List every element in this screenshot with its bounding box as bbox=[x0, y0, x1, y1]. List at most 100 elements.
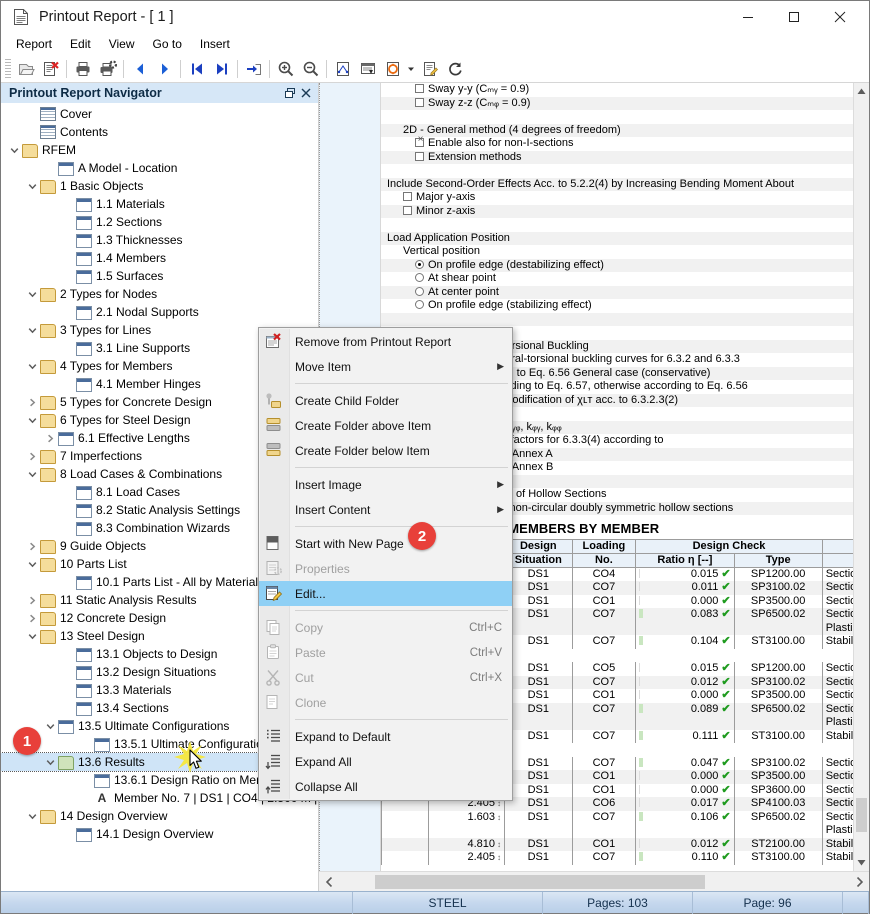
menu-goto[interactable]: Go to bbox=[144, 35, 191, 53]
table-row[interactable]: 1.603↕DS1CO70.106✔SP6500.02Section Proof… bbox=[382, 811, 854, 825]
tree-item[interactable]: 1.3 Thicknesses bbox=[1, 231, 318, 249]
context-menu-item[interactable]: Create Folder below Item bbox=[259, 438, 512, 463]
tree-expander-icon[interactable] bbox=[61, 249, 76, 267]
tree-expander-icon[interactable] bbox=[25, 321, 40, 339]
tree-expander-icon[interactable] bbox=[25, 447, 40, 465]
tree-expander-icon[interactable] bbox=[79, 771, 94, 789]
tree-expander-icon[interactable] bbox=[25, 807, 40, 825]
tree-expander-icon[interactable] bbox=[61, 483, 76, 501]
edit-report-icon[interactable] bbox=[417, 57, 442, 81]
tree-expander-icon[interactable] bbox=[61, 825, 76, 843]
tree-item[interactable]: A Model - Location bbox=[1, 159, 318, 177]
tree-expander-icon[interactable] bbox=[43, 159, 58, 177]
tree-item[interactable]: 1.1 Materials bbox=[1, 195, 318, 213]
next-page-icon[interactable] bbox=[152, 57, 177, 81]
tree-item[interactable]: 14 Design Overview bbox=[1, 807, 318, 825]
open-report-icon[interactable] bbox=[13, 57, 38, 81]
minimize-button[interactable] bbox=[725, 2, 771, 33]
horizontal-scrollbar[interactable] bbox=[319, 871, 869, 891]
context-menu-item[interactable]: Expand All bbox=[259, 749, 512, 774]
context-menu-item[interactable]: Move Item▶ bbox=[259, 354, 512, 379]
scroll-up-icon[interactable] bbox=[854, 83, 870, 100]
tree-expander-icon[interactable] bbox=[61, 645, 76, 663]
previous-page-icon[interactable] bbox=[127, 57, 152, 81]
fit-page-icon[interactable] bbox=[330, 57, 355, 81]
scroll-left-icon[interactable] bbox=[319, 873, 339, 891]
tree-expander-icon[interactable] bbox=[61, 213, 76, 231]
tree-expander-icon[interactable] bbox=[61, 231, 76, 249]
last-page-icon[interactable] bbox=[209, 57, 234, 81]
tree-expander-icon[interactable] bbox=[79, 735, 94, 753]
tree-item[interactable]: 1.4 Members bbox=[1, 249, 318, 267]
table-row[interactable]: 4.810↕DS1CO10.012✔ST2100.00Stability | L… bbox=[382, 838, 854, 852]
scroll-right-icon[interactable] bbox=[849, 873, 869, 891]
context-menu-item[interactable]: Start with New Page bbox=[259, 531, 512, 556]
tree-item[interactable]: 2.1 Nodal Supports bbox=[1, 303, 318, 321]
menu-edit[interactable]: Edit bbox=[61, 35, 100, 53]
horizontal-scroll-track[interactable] bbox=[339, 873, 849, 891]
tree-expander-icon[interactable] bbox=[43, 753, 58, 771]
tree-item[interactable]: 14.1 Design Overview bbox=[1, 825, 318, 843]
context-menu-item[interactable]: Insert Image▶ bbox=[259, 472, 512, 497]
table-row[interactable]: Plastic design bbox=[382, 824, 854, 838]
tree-item[interactable]: Contents bbox=[1, 123, 318, 141]
tree-expander-icon[interactable] bbox=[25, 105, 40, 123]
tree-expander-icon[interactable] bbox=[25, 177, 40, 195]
tree-expander-icon[interactable] bbox=[25, 627, 40, 645]
tree-expander-icon[interactable] bbox=[61, 195, 76, 213]
vertical-scroll-thumb[interactable] bbox=[856, 798, 867, 832]
context-menu-item[interactable]: Expand to Default bbox=[259, 724, 512, 749]
zoom-out-icon[interactable] bbox=[298, 57, 323, 81]
close-button[interactable] bbox=[817, 2, 863, 33]
tree-expander-icon[interactable] bbox=[43, 717, 58, 735]
tree-item[interactable]: 1 Basic Objects bbox=[1, 177, 318, 195]
tree-expander-icon[interactable] bbox=[25, 393, 40, 411]
maximize-button[interactable] bbox=[771, 2, 817, 33]
table-row[interactable]: 2.405↕DS1CO70.110✔ST3100.00Stability | B… bbox=[382, 851, 854, 865]
page-layout-icon[interactable] bbox=[355, 57, 380, 81]
tree-expander-icon[interactable] bbox=[61, 267, 76, 285]
tree-expander-icon[interactable] bbox=[61, 501, 76, 519]
tree-expander-icon[interactable] bbox=[61, 663, 76, 681]
tree-expander-icon[interactable] bbox=[61, 681, 76, 699]
tree-expander-icon[interactable] bbox=[25, 555, 40, 573]
go-to-page-icon[interactable] bbox=[241, 57, 266, 81]
dropdown-arrow-icon[interactable] bbox=[405, 57, 417, 81]
tree-expander-icon[interactable] bbox=[25, 609, 40, 627]
menu-insert[interactable]: Insert bbox=[191, 35, 239, 53]
tree-item[interactable]: 2 Types for Nodes bbox=[1, 285, 318, 303]
scroll-down-icon[interactable] bbox=[854, 854, 870, 871]
toolbar-grip[interactable] bbox=[5, 59, 11, 79]
menu-report[interactable]: Report bbox=[7, 35, 61, 53]
tree-expander-icon[interactable] bbox=[25, 465, 40, 483]
tree-expander-icon[interactable] bbox=[7, 141, 22, 159]
tree-expander-icon[interactable] bbox=[61, 519, 76, 537]
refresh-icon[interactable] bbox=[442, 57, 467, 81]
tree-expander-icon[interactable] bbox=[61, 303, 76, 321]
context-menu-item[interactable]: Edit... bbox=[259, 581, 512, 606]
context-menu[interactable]: Remove from Printout ReportMove Item▶ Cre… bbox=[258, 327, 513, 801]
delete-report-icon[interactable] bbox=[38, 57, 63, 81]
horizontal-scroll-thumb[interactable] bbox=[375, 875, 705, 889]
tree-expander-icon[interactable] bbox=[25, 537, 40, 555]
tree-expander-icon[interactable] bbox=[79, 789, 94, 807]
tree-expander-icon[interactable] bbox=[25, 123, 40, 141]
tree-expander-icon[interactable] bbox=[61, 573, 76, 591]
tree-item[interactable]: 1.2 Sections bbox=[1, 213, 318, 231]
selection-mode-icon[interactable] bbox=[380, 57, 405, 81]
context-menu-item[interactable]: Create Folder above Item bbox=[259, 413, 512, 438]
context-menu-item[interactable]: Collapse All bbox=[259, 774, 512, 799]
tree-expander-icon[interactable] bbox=[25, 285, 40, 303]
tree-item[interactable]: 1.5 Surfaces bbox=[1, 267, 318, 285]
tree-expander-icon[interactable] bbox=[43, 429, 58, 447]
undock-icon[interactable] bbox=[282, 85, 298, 101]
first-page-icon[interactable] bbox=[184, 57, 209, 81]
context-menu-item[interactable]: Insert Content▶ bbox=[259, 497, 512, 522]
context-menu-item[interactable]: Remove from Printout Report bbox=[259, 329, 512, 354]
close-icon[interactable] bbox=[298, 85, 314, 101]
tree-item[interactable]: Cover bbox=[1, 105, 318, 123]
vertical-scrollbar[interactable] bbox=[853, 83, 869, 871]
tree-expander-icon[interactable] bbox=[25, 411, 40, 429]
context-menu-item[interactable]: Create Child Folder bbox=[259, 388, 512, 413]
tree-expander-icon[interactable] bbox=[25, 591, 40, 609]
